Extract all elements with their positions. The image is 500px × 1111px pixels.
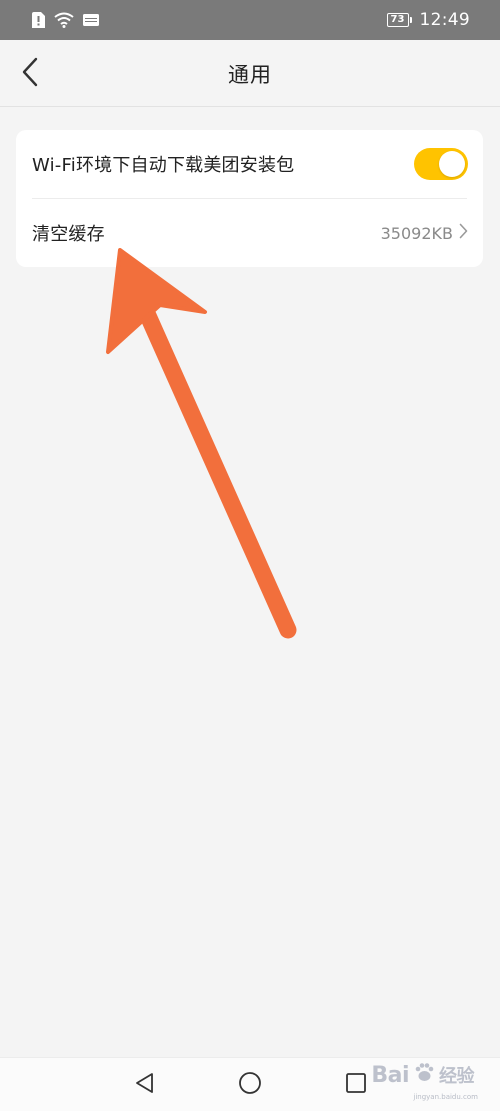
nav-recent-button[interactable] [341, 1070, 371, 1100]
watermark-text-2: 经验 [439, 1066, 475, 1087]
nav-back-icon [134, 1072, 156, 1098]
cache-size-value: 35092KB [380, 223, 453, 243]
status-left-icons [32, 12, 99, 28]
clear-cache-right: 35092KB [381, 223, 468, 243]
wifi-icon [54, 12, 74, 28]
watermark-sub: jingyan.baidu.com [413, 1093, 478, 1101]
paw-icon [413, 1062, 435, 1088]
page-title: 通用 [228, 62, 272, 87]
wifi-auto-download-label: Wi-Fi环境下自动下载美团安装包 [32, 155, 295, 176]
nav-back-button[interactable] [130, 1070, 160, 1100]
status-clock: 12:49 [419, 10, 470, 30]
clear-cache-row[interactable]: 清空缓存 35092KB [16, 199, 483, 267]
nav-home-icon [238, 1071, 262, 1099]
wifi-auto-download-row: Wi-Fi环境下自动下载美团安装包 [16, 130, 483, 198]
nav-recent-icon [345, 1072, 367, 1098]
clear-cache-label: 清空缓存 [32, 224, 105, 245]
watermark-text: Bai [371, 1062, 409, 1088]
hd-icon [83, 14, 99, 26]
toggle-knob [439, 151, 465, 177]
battery-level: 73 [386, 13, 409, 27]
wifi-auto-download-toggle[interactable] [414, 148, 468, 180]
battery-icon: 73 [386, 13, 412, 27]
baidu-watermark: Bai 经验 [371, 1062, 474, 1088]
header-bar: 通用 [0, 40, 500, 107]
settings-card: Wi-Fi环境下自动下载美团安装包 清空缓存 35092KB [16, 130, 483, 267]
chevron-right-icon [459, 223, 468, 243]
alert-icon [32, 12, 45, 28]
status-bar: 73 12:49 [0, 0, 500, 40]
status-right: 73 12:49 [386, 10, 471, 30]
nav-home-button[interactable] [235, 1070, 265, 1100]
